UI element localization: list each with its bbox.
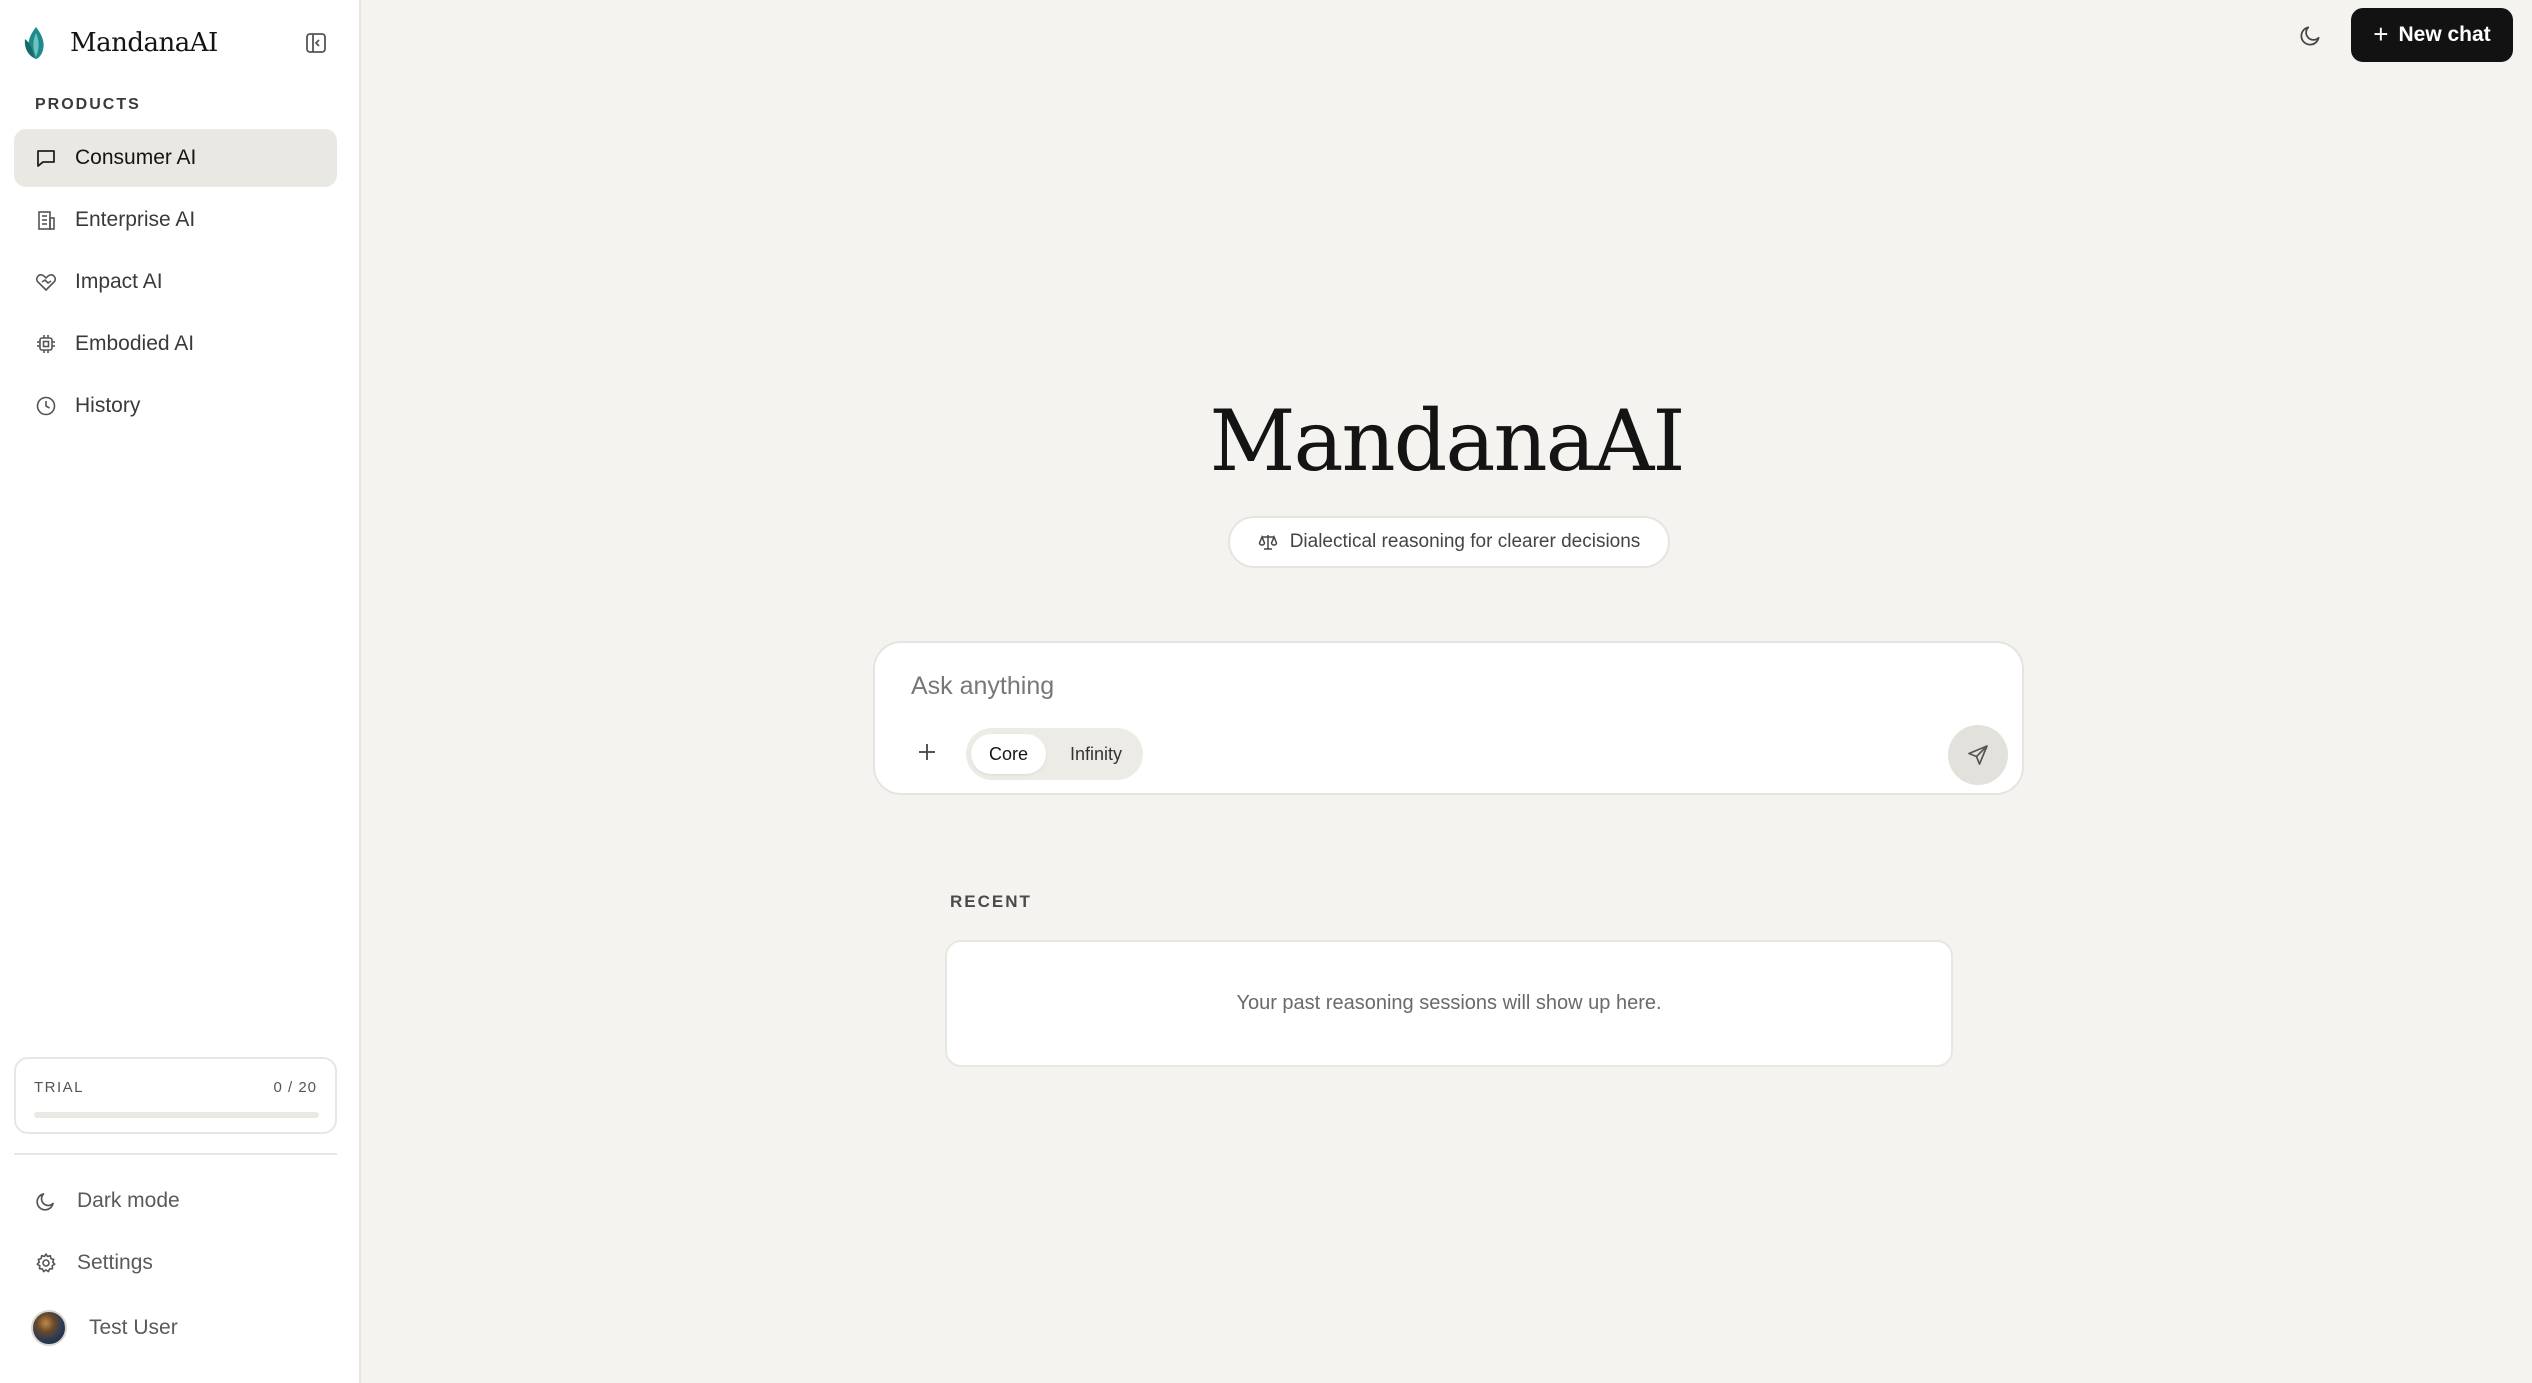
attach-button[interactable]	[913, 738, 941, 766]
settings-label: Settings	[77, 1251, 153, 1274]
building-icon	[35, 209, 57, 231]
trial-count: 0 / 20	[273, 1079, 317, 1096]
prompt-input[interactable]	[909, 665, 1913, 707]
avatar	[31, 1310, 67, 1346]
dark-mode-toggle[interactable]: Dark mode	[35, 1189, 180, 1213]
products-section-label: PRODUCTS	[35, 96, 141, 113]
chat-composer: Core Infinity	[873, 641, 2024, 795]
chat-bubble-icon	[35, 147, 57, 169]
mode-toggle: Core Infinity	[966, 728, 1143, 780]
sidebar-item-label: Impact AI	[75, 270, 163, 293]
theme-toggle-button[interactable]	[2296, 20, 2326, 50]
tagline-text: Dialectical reasoning for clearer decisi…	[1289, 531, 1641, 552]
send-icon	[1968, 745, 1988, 765]
tagline-badge: Dialectical reasoning for clearer decisi…	[1228, 516, 1670, 568]
sidebar-collapse-icon	[306, 33, 326, 53]
gear-icon	[35, 1252, 57, 1274]
new-chat-label: New chat	[2398, 23, 2491, 46]
sidebar-item-impact-ai[interactable]: Impact AI	[14, 253, 337, 311]
sidebar-item-label: Enterprise AI	[75, 208, 196, 231]
plus-icon	[919, 744, 935, 760]
settings-button[interactable]: Settings	[35, 1251, 153, 1275]
mode-option-infinity[interactable]: Infinity	[1054, 734, 1138, 774]
sidebar: MandanaAI PRODUCTS Consumer AI Enterpris…	[0, 0, 361, 1383]
cpu-chip-icon	[35, 333, 57, 355]
user-profile[interactable]: Test User	[31, 1310, 178, 1346]
brand-name: MandanaAI	[70, 28, 218, 58]
send-button[interactable]	[1948, 725, 2008, 785]
sidebar-item-label: Consumer AI	[75, 146, 197, 169]
recent-empty-text: Your past reasoning sessions will show u…	[1236, 992, 1662, 1014]
new-chat-button[interactable]: + New chat	[2351, 8, 2513, 62]
mode-option-core[interactable]: Core	[971, 734, 1046, 774]
brand[interactable]: MandanaAI	[22, 22, 218, 64]
moon-icon	[35, 1190, 57, 1212]
trial-usage-card: TRIAL 0 / 20	[14, 1057, 337, 1134]
sidebar-divider	[14, 1153, 337, 1155]
heart-handshake-icon	[35, 271, 57, 293]
trial-label: TRIAL	[34, 1079, 85, 1096]
moon-icon	[2300, 26, 2320, 46]
trial-progress-bar	[34, 1112, 319, 1118]
sidebar-item-consumer-ai[interactable]: Consumer AI	[14, 129, 337, 187]
sidebar-item-enterprise-ai[interactable]: Enterprise AI	[14, 191, 337, 249]
collapse-sidebar-button[interactable]	[303, 30, 329, 56]
dark-mode-label: Dark mode	[77, 1189, 180, 1212]
recent-section-label: RECENT	[950, 892, 1032, 911]
mandana-logo-icon	[22, 25, 50, 61]
page-title: MandanaAI	[1209, 392, 1685, 490]
sidebar-item-embodied-ai[interactable]: Embodied AI	[14, 315, 337, 373]
sidebar-item-label: Embodied AI	[75, 332, 195, 355]
plus-icon: +	[2373, 18, 2389, 49]
user-name: Test User	[89, 1316, 178, 1339]
scale-icon	[1258, 532, 1278, 552]
recent-empty-state: Your past reasoning sessions will show u…	[945, 940, 1953, 1067]
